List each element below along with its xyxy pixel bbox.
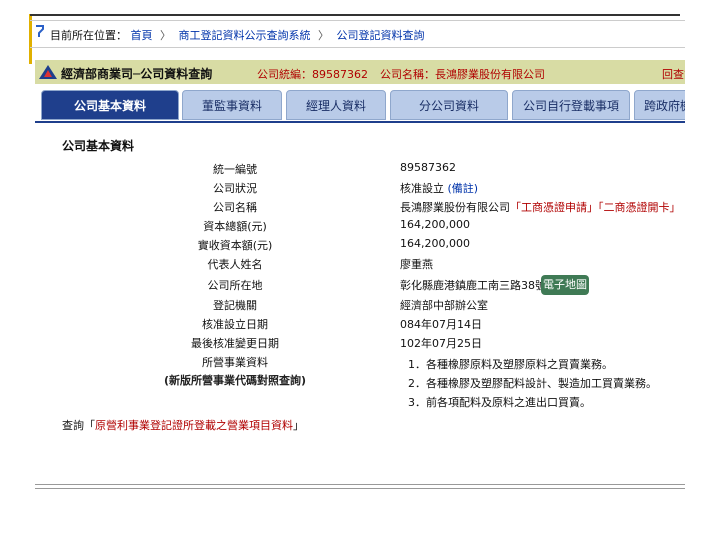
field-label: 公司名稱	[213, 201, 257, 214]
page-title: 經濟部商業司─公司資料查詢	[61, 67, 213, 81]
section-title: 公司基本資料	[62, 139, 135, 153]
ministry-logo-icon	[38, 63, 58, 84]
e-map-button[interactable]: 電子地圖	[541, 275, 589, 295]
breadcrumb-home-link[interactable]: 首頁	[131, 29, 153, 42]
field-row: 登記機關 經濟部中部辦公室	[0, 297, 720, 316]
tab-cross-agency[interactable]: 跨政府機關	[634, 90, 685, 120]
field-value: 經濟部中部辦公室	[400, 299, 488, 312]
status-value: 核准設立	[400, 182, 444, 195]
field-value: 164,200,000	[400, 237, 470, 250]
query-suffix: 」	[293, 419, 304, 432]
field-value: 164,200,000	[400, 218, 470, 231]
field-label: 公司所在地	[207, 279, 263, 292]
tab-directors[interactable]: 董監事資料	[182, 90, 282, 120]
field-row: 最後核准變更日期 102年07月25日	[0, 335, 720, 354]
field-value: 102年07月25日	[400, 337, 482, 350]
frame-top-rule	[30, 14, 680, 16]
field-row: 公司狀況 核准設立 (備註)	[0, 180, 720, 199]
business-code-lookup-link[interactable]: (新版所營事業代碼對照查詢)	[150, 372, 320, 388]
field-row: 核准設立日期 084年07月14日	[0, 316, 720, 335]
business-item: 3．前各項配料及原料之進出口買賣。	[408, 396, 591, 409]
company-name-value: 長鴻膠業股份有限公司	[400, 201, 510, 214]
field-label: 所營事業資料	[202, 356, 268, 369]
field-label: 最後核准變更日期	[191, 337, 279, 350]
breadcrumb: 目前所在位置： 首頁 〉 商工登記資料公示查詢系統 〉 公司登記資料查詢	[50, 27, 425, 43]
field-row: 實收資本額(元) 164,200,000	[0, 237, 720, 256]
query-prefix: 查詢「	[62, 419, 95, 432]
field-row: 公司所在地 彰化縣鹿港鎮鹿工南三路38號	[0, 277, 720, 296]
field-label: 代表人姓名	[207, 258, 263, 271]
breadcrumb-prefix: 目前所在位置：	[50, 29, 127, 42]
field-value-status: 核准設立 (備註)	[400, 180, 478, 196]
breadcrumb-separator: 〉	[318, 29, 329, 42]
status-note-link[interactable]: (備註)	[448, 182, 479, 195]
field-row: 公司名稱 長鴻膠業股份有限公司「工商憑證申請」「二商憑證開卡」	[0, 199, 720, 218]
field-label: 實收資本額(元)	[197, 239, 273, 252]
field-row: 統一編號 89587362	[0, 161, 720, 180]
legacy-business-items-link[interactable]: 原營利事業登記證所登載之營業項目資料	[95, 419, 293, 432]
business-item: 1．各種橡膠原料及塑膠原料之買賣業務。	[408, 358, 613, 371]
field-label: 資本總額(元)	[203, 220, 267, 233]
location-arrow-icon	[34, 23, 46, 42]
field-label: 登記機關	[213, 299, 257, 312]
breadcrumb-separator: 〉	[160, 29, 171, 42]
field-value-company-name: 長鴻膠業股份有限公司「工商憑證申請」「二商憑證開卡」	[400, 199, 681, 215]
tab-bar: 公司基本資料 董監事資料 經理人資料 分公司資料 公司自行登載事項 跨政府機關	[35, 90, 685, 122]
breadcrumb-system-link[interactable]: 商工登記資料公示查詢系統	[179, 29, 311, 42]
field-label: 公司狀況	[213, 182, 257, 195]
back-to-query-link[interactable]: 回查詢	[662, 66, 685, 82]
company-name-header: 公司名稱：長鴻膠業股份有限公司	[380, 68, 545, 81]
bottom-divider	[35, 484, 685, 489]
field-row: 代表人姓名 廖重燕	[0, 256, 720, 275]
field-value: 廖重燕	[400, 258, 433, 271]
tab-self-declared[interactable]: 公司自行登載事項	[512, 90, 630, 120]
field-value: 084年07月14日	[400, 318, 482, 331]
business-items-list: 1．各種橡膠原料及塑膠原料之買賣業務。 2．各種橡膠及塑膠配料設計、製造加工買賣…	[408, 355, 657, 412]
field-label: 統一編號	[213, 163, 257, 176]
tab-branches[interactable]: 分公司資料	[390, 90, 508, 120]
field-row: 資本總額(元) 164,200,000	[0, 218, 720, 237]
tab-managers[interactable]: 經理人資料	[286, 90, 386, 120]
page-header: 經濟部商業司─公司資料查詢 公司統編：89587362 公司名稱：長鴻膠業股份有…	[35, 60, 685, 84]
breadcrumb-current-link[interactable]: 公司登記資料查詢	[337, 29, 425, 42]
field-label: 核准設立日期	[202, 318, 268, 331]
company-number-header: 公司統編：89587362	[257, 68, 368, 81]
business-item: 2．各種橡膠及塑膠配料設計、製造加工買賣業務。	[408, 377, 657, 390]
tab-underline	[35, 121, 685, 123]
legacy-query-line: 查詢「原營利事業登記證所登載之營業項目資料」	[62, 417, 304, 433]
breadcrumb-bar: 目前所在位置： 首頁 〉 商工登記資料公示查詢系統 〉 公司登記資料查詢	[30, 20, 685, 48]
certificate-links[interactable]: 「工商憑證申請」「二商憑證開卡」	[510, 201, 681, 214]
field-value: 89587362	[400, 161, 456, 174]
tab-basic-info[interactable]: 公司基本資料	[41, 90, 179, 120]
field-value: 彰化縣鹿港鎮鹿工南三路38號	[400, 279, 546, 292]
